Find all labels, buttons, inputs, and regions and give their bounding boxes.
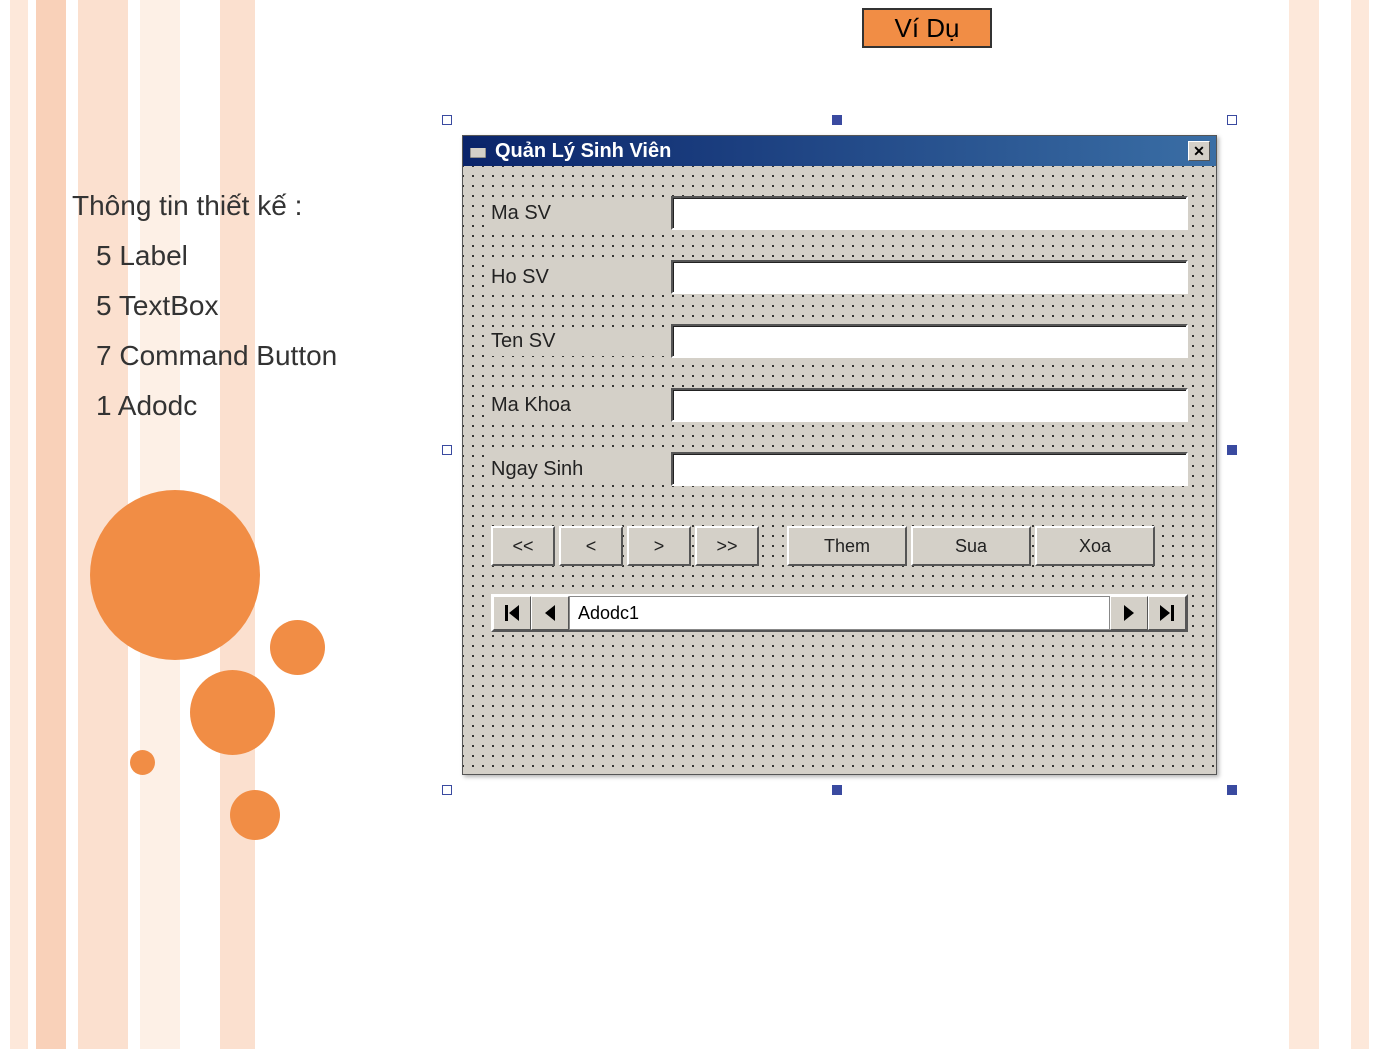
label-makhoa: Ma Khoa [491, 391, 671, 420]
label-masv: Ma SV [491, 199, 671, 228]
field-row-makhoa: Ma Khoa [491, 388, 1188, 422]
sua-button[interactable]: Sua [911, 526, 1031, 566]
selection-handle[interactable] [1227, 115, 1237, 125]
button-row: << < > >> Them Sua Xoa [491, 526, 1188, 566]
adodc-next-button[interactable] [1110, 596, 1148, 630]
example-badge: Ví Dụ [862, 8, 992, 48]
field-row-ngaysinh: Ngay Sinh [491, 452, 1188, 486]
nav-next-button[interactable]: > [627, 526, 691, 566]
selection-handle[interactable] [1227, 445, 1237, 455]
field-row-hosv: Ho SV [491, 260, 1188, 294]
form-icon [469, 142, 487, 160]
them-button[interactable]: Them [787, 526, 907, 566]
prev-icon [545, 605, 555, 621]
selection-handle[interactable] [832, 785, 842, 795]
nav-prev-button[interactable]: < [559, 526, 623, 566]
selection-handle[interactable] [442, 115, 452, 125]
example-badge-label: Ví Dụ [894, 13, 959, 44]
close-button[interactable]: ✕ [1188, 141, 1210, 161]
vb-form[interactable]: Quản Lý Sinh Viên ✕ Ma SV Ho SV Ten SV M… [462, 135, 1217, 775]
design-info: Thông tin thiết kế : 5 Label 5 TextBox 7… [72, 190, 337, 440]
field-row-masv: Ma SV [491, 196, 1188, 230]
close-icon: ✕ [1193, 143, 1205, 160]
adodc-caption: Adodc1 [569, 596, 1110, 630]
adodc-prev-button[interactable] [531, 596, 569, 630]
design-info-item: 5 Label [96, 240, 337, 272]
selection-handle[interactable] [442, 785, 452, 795]
selection-handle[interactable] [832, 115, 842, 125]
textbox-masv[interactable] [671, 196, 1188, 230]
nav-last-button[interactable]: >> [695, 526, 759, 566]
titlebar[interactable]: Quản Lý Sinh Viên ✕ [463, 136, 1216, 166]
design-info-item: 5 TextBox [96, 290, 337, 322]
next-icon [1124, 605, 1134, 621]
last-icon [1160, 605, 1174, 621]
field-row-tensv: Ten SV [491, 324, 1188, 358]
design-info-header: Thông tin thiết kế : [72, 190, 337, 222]
adodc-first-button[interactable] [493, 596, 531, 630]
selection-handle[interactable] [1227, 785, 1237, 795]
window-title: Quản Lý Sinh Viên [495, 140, 1188, 163]
xoa-button[interactable]: Xoa [1035, 526, 1155, 566]
selection-handle[interactable] [442, 445, 452, 455]
design-info-item: 1 Adodc [96, 390, 337, 422]
form-client-area[interactable]: Ma SV Ho SV Ten SV Ma Khoa Ngay Sinh << [463, 166, 1216, 774]
first-icon [505, 605, 519, 621]
design-info-item: 7 Command Button [96, 340, 337, 372]
label-hosv: Ho SV [491, 263, 671, 292]
textbox-makhoa[interactable] [671, 388, 1188, 422]
textbox-tensv[interactable] [671, 324, 1188, 358]
vb-designer-container: Quản Lý Sinh Viên ✕ Ma SV Ho SV Ten SV M… [442, 115, 1237, 795]
label-ngaysinh: Ngay Sinh [491, 455, 671, 484]
label-tensv: Ten SV [491, 327, 671, 356]
adodc-last-button[interactable] [1148, 596, 1186, 630]
textbox-hosv[interactable] [671, 260, 1188, 294]
textbox-ngaysinh[interactable] [671, 452, 1188, 486]
nav-first-button[interactable]: << [491, 526, 555, 566]
adodc-control[interactable]: Adodc1 [491, 594, 1188, 632]
